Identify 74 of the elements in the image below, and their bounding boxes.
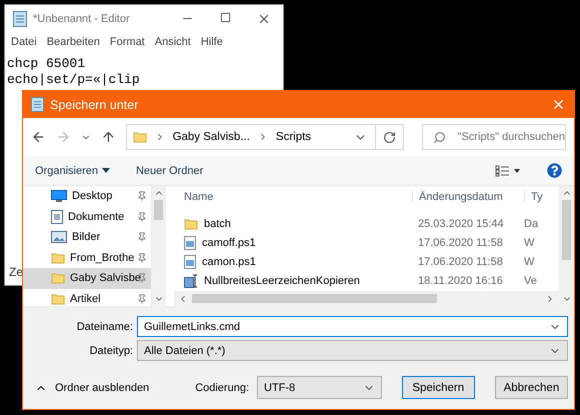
notepad-icon [13, 10, 27, 26]
view-options-icon[interactable] [495, 164, 521, 176]
text-line: echo|set/p=«|clip [7, 72, 141, 88]
status-text: Ze [9, 265, 24, 279]
menu-item[interactable]: Ansicht [154, 36, 191, 48]
scrollbar-thumb[interactable] [192, 294, 437, 303]
window-title: *Unbenannt - Editor [33, 12, 130, 24]
menu-item[interactable]: Bearbeiten [46, 36, 100, 48]
help-icon[interactable] [547, 163, 562, 178]
scrollbar[interactable] [151, 186, 166, 306]
file-date: 25.03.2020 15:44 [417, 218, 505, 230]
address-bar[interactable]: Gaby Salvisb... Scripts [126, 124, 376, 150]
search-icon [432, 130, 446, 144]
refresh-icon [382, 130, 396, 144]
column-header[interactable]: Name [174, 191, 412, 203]
save-button[interactable]: Speichern [402, 376, 475, 399]
back-icon[interactable] [31, 129, 46, 145]
filetype-dropdown[interactable]: Alle Dateien (*.*) [137, 340, 568, 361]
nav-item[interactable]: Gaby Salvisbe [23, 268, 151, 288]
filename-field[interactable]: GuillemetLinks.cmd [137, 316, 568, 337]
picture-icon [51, 231, 67, 244]
horizontal-scrollbar[interactable] [174, 291, 559, 306]
field-label: Codierung: [195, 382, 250, 394]
breadcrumb-item[interactable]: Scripts [276, 131, 312, 143]
folder-icon [132, 130, 147, 144]
folder-icon [51, 250, 65, 265]
new-folder-button[interactable]: Neuer Ordner [136, 164, 204, 176]
encoding-dropdown[interactable]: UTF-8 [257, 376, 382, 399]
caret-icon [102, 168, 110, 173]
file-type: Ve [524, 274, 538, 286]
scrollbar[interactable] [559, 186, 574, 306]
script-file-icon [184, 254, 196, 268]
dialog-title: Speichern unter [50, 98, 138, 112]
file-date: 17.06.2020 11:58 [417, 236, 504, 248]
scrollbar-thumb[interactable] [562, 200, 571, 260]
nav-item[interactable]: Desktop [23, 186, 151, 206]
nav-item[interactable]: Artikel [23, 288, 151, 306]
close-icon[interactable] [551, 97, 566, 112]
file-type: W [524, 256, 536, 268]
up-icon[interactable] [100, 129, 116, 145]
file-name[interactable]: NullbreitesLeerzeichenKopieren [174, 274, 412, 288]
scrollbar-thumb[interactable] [154, 200, 163, 220]
organize-button[interactable]: Organisieren [35, 164, 110, 176]
document-icon [51, 210, 63, 224]
menu-item[interactable]: Datei [11, 36, 37, 48]
file-type: W [524, 236, 536, 248]
field-label: Dateityp: [88, 344, 133, 356]
notepad-icon [31, 97, 44, 112]
field-label: Dateiname: [76, 320, 133, 332]
menu-item[interactable]: Hilfe [200, 36, 223, 48]
menu-item[interactable]: Format [110, 36, 145, 48]
nav-item[interactable]: Dokumente [23, 206, 151, 227]
refresh-button[interactable] [376, 124, 404, 150]
folder-icon [184, 216, 198, 230]
file-type: Da [524, 218, 540, 230]
folder-icon [51, 271, 65, 286]
text-line: chcp 65001 [7, 56, 86, 72]
file-name[interactable]: camoff.ps1 [174, 236, 412, 250]
search-field[interactable]: "Scripts" durchsuchen [422, 124, 566, 150]
file-date: 17.06.2020 11:58 [417, 256, 504, 268]
file-date: 18.11.2020 16:16 [417, 274, 504, 286]
file-name[interactable]: camon.ps1 [174, 254, 412, 268]
column-header[interactable]: Änderungsdatum [412, 191, 524, 203]
breadcrumb-item[interactable]: Gaby Salvisb... [172, 131, 250, 143]
nav-item[interactable]: Bilder [23, 227, 151, 248]
folder-icon [51, 292, 65, 306]
nav-item[interactable]: From_Brothe [23, 248, 151, 268]
cancel-button[interactable]: Abbrechen [494, 376, 568, 399]
hide-folders-button[interactable]: Ordner ausblenden [35, 382, 150, 394]
script-file-icon [184, 236, 196, 250]
shortcut-file-icon [184, 274, 198, 288]
maximize-icon[interactable] [220, 12, 231, 22]
file-name[interactable]: batch [174, 216, 412, 230]
monitor-icon [51, 190, 67, 202]
